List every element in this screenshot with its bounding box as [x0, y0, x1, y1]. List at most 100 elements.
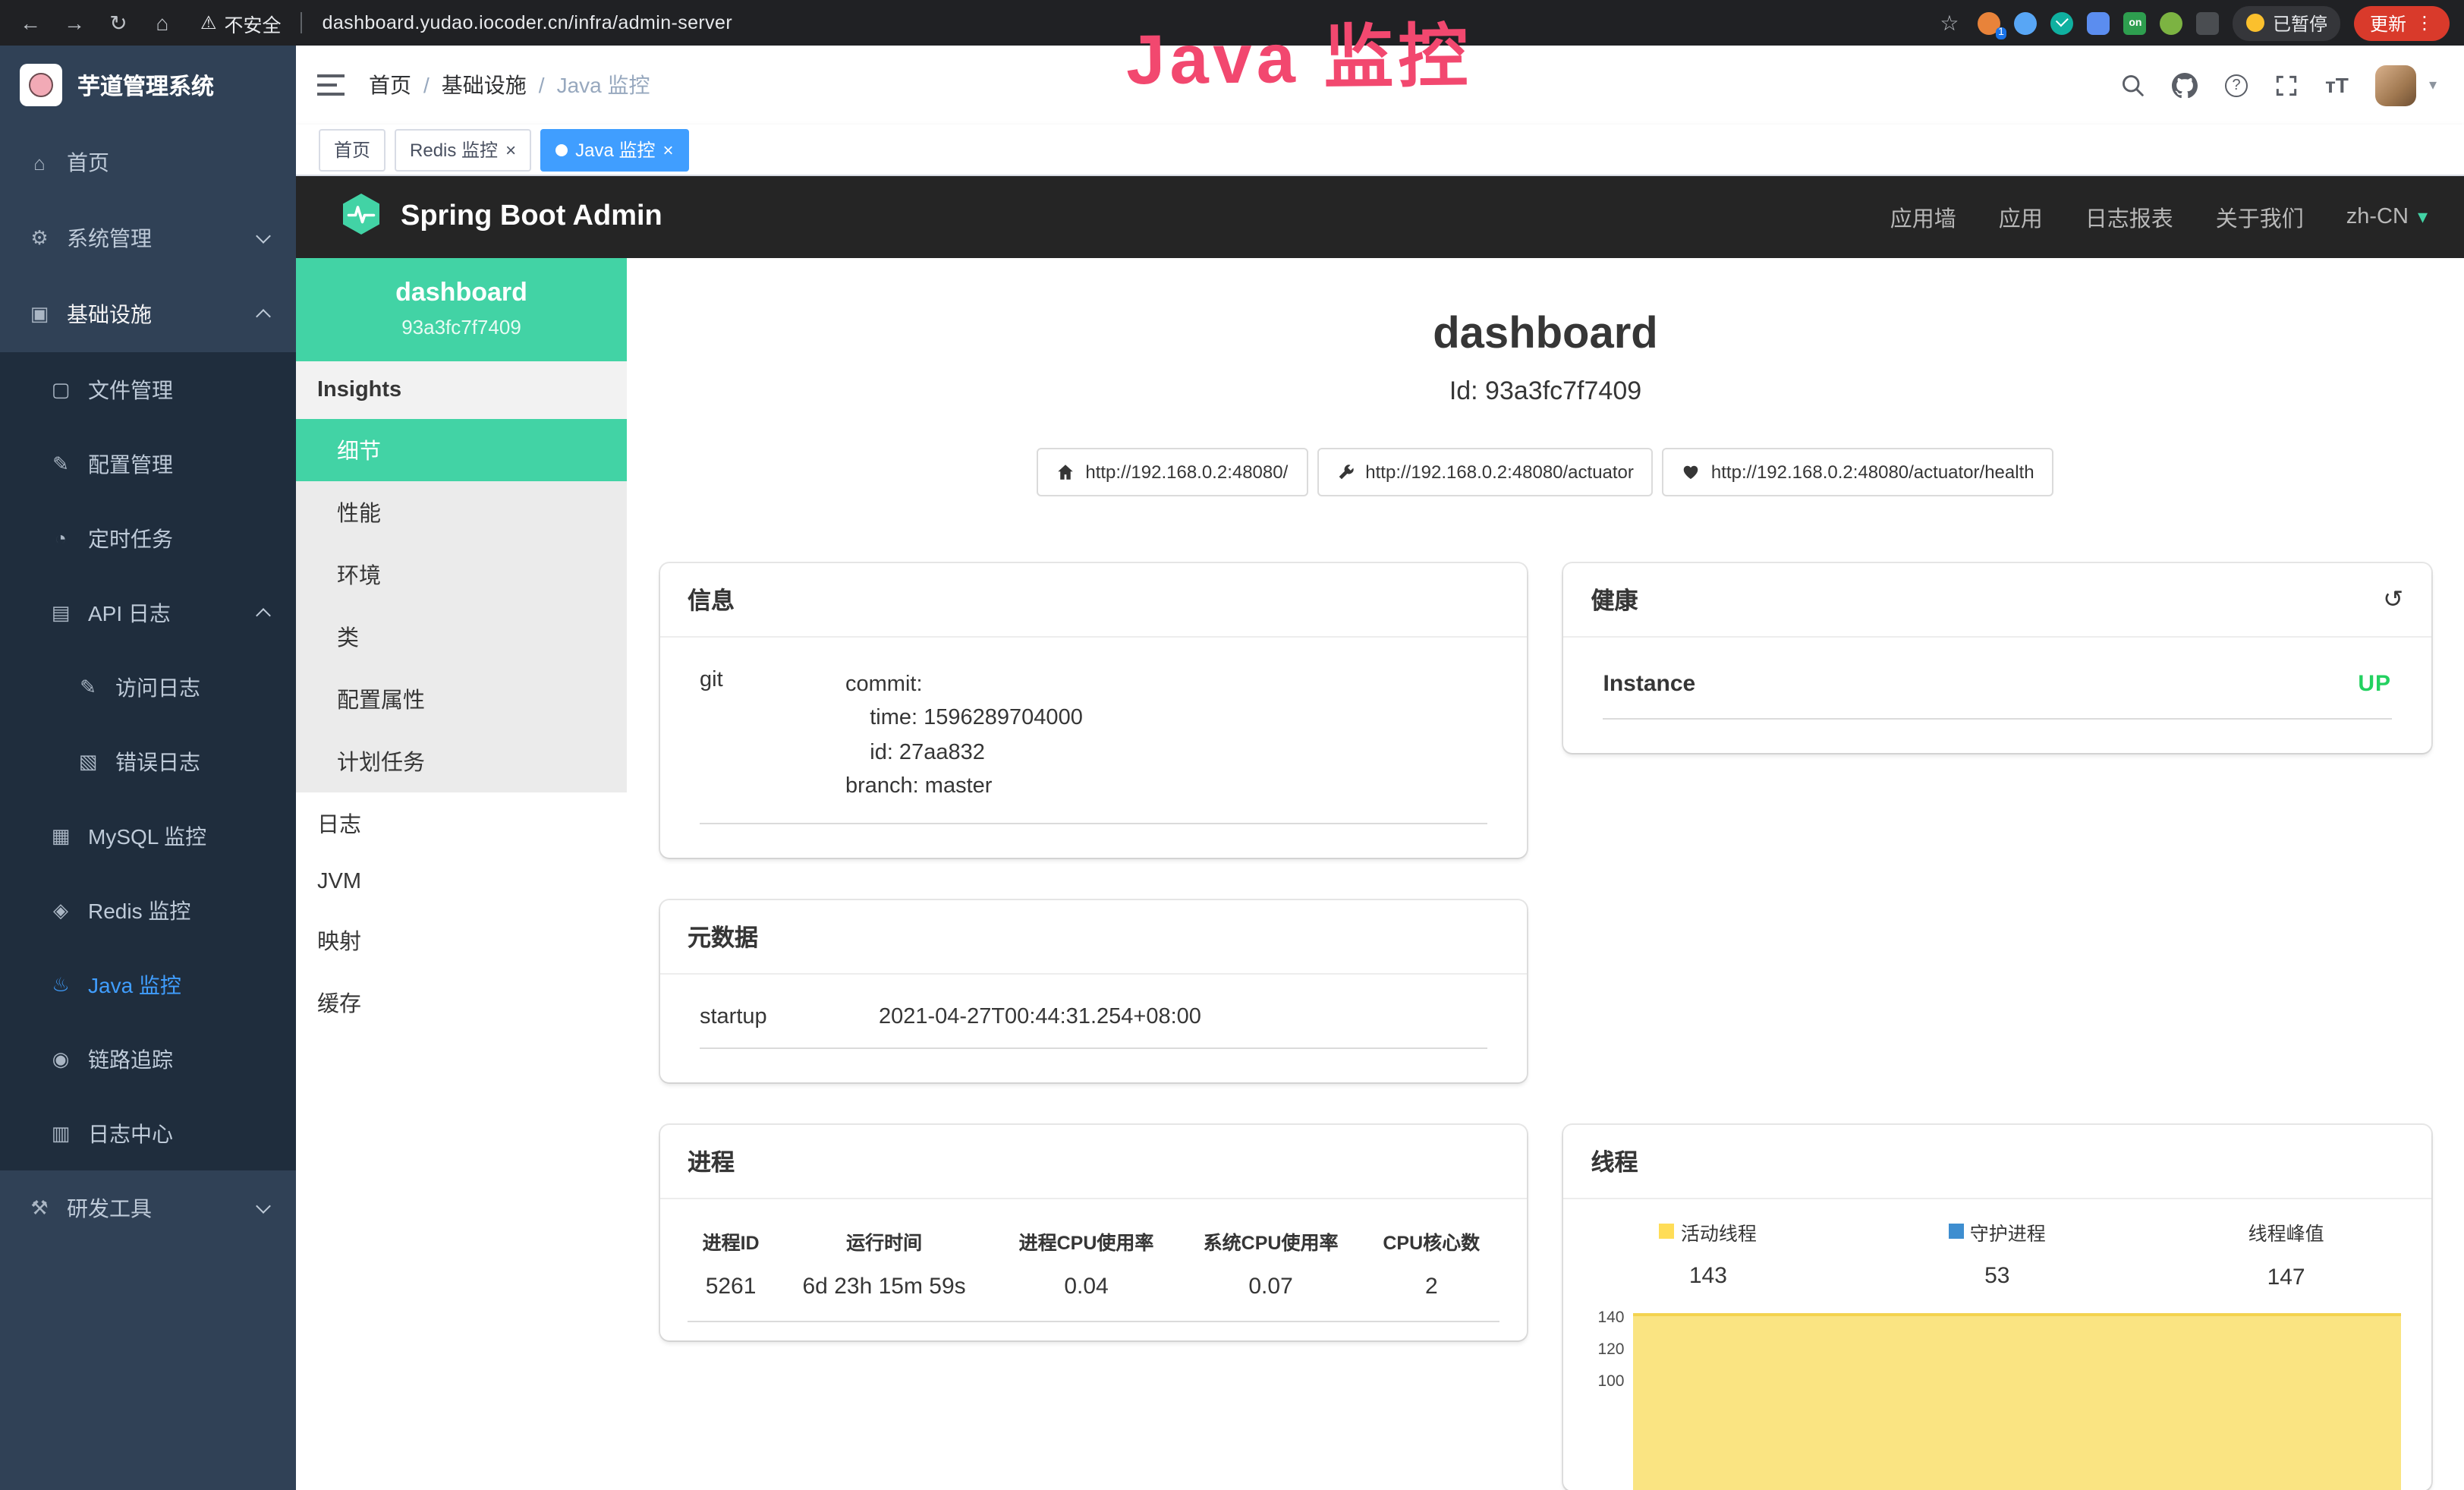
- sidebar-item-scheduled-jobs[interactable]: ◔ 定时任务: [0, 501, 296, 575]
- home-icon: [1056, 463, 1075, 481]
- tab-java-monitor[interactable]: Java 监控 ×: [540, 128, 688, 171]
- history-icon[interactable]: ↺: [2383, 584, 2403, 615]
- process-card-title: 进程: [688, 1145, 735, 1178]
- sidebar-item-log-center[interactable]: ▥ 日志中心: [0, 1096, 296, 1170]
- sba-item-jvm[interactable]: JVM: [296, 855, 627, 909]
- fullscreen-icon[interactable]: [2275, 74, 2298, 96]
- sidebar-item-system-mgmt[interactable]: ⚙ 系统管理: [0, 200, 296, 276]
- browser-home-icon[interactable]: ⌂: [147, 11, 178, 35]
- sba-item-config-props[interactable]: 配置属性: [296, 668, 627, 730]
- sba-locale-select[interactable]: zh-CN ▾: [2346, 205, 2428, 229]
- gear-icon: ⚙: [27, 226, 52, 250]
- sba-item-scheduled-tasks[interactable]: 计划任务: [296, 730, 627, 792]
- metadata-card-title: 元数据: [688, 920, 758, 953]
- security-indicator[interactable]: ⚠ 不安全: [200, 8, 282, 37]
- extension-icon-2[interactable]: [2015, 11, 2038, 34]
- sidebar-item-label: 定时任务: [88, 523, 173, 553]
- github-icon[interactable]: [2172, 72, 2198, 98]
- sba-nav-wall[interactable]: 应用墙: [1890, 201, 1956, 233]
- extension-icon-4[interactable]: [2088, 11, 2110, 34]
- avatar[interactable]: [2376, 65, 2417, 106]
- instance-link-label: http://192.168.0.2:48080/: [1085, 461, 1288, 483]
- info-card: 信息 git commit: time: 1596289704000 id: 2…: [660, 563, 1528, 858]
- search-icon[interactable]: [2120, 73, 2145, 97]
- close-icon[interactable]: ×: [662, 140, 673, 159]
- sba-nav-about[interactable]: 关于我们: [2216, 201, 2304, 233]
- sidebar-item-config-mgmt[interactable]: ✎ 配置管理: [0, 427, 296, 501]
- health-row-instance: Instance UP: [1603, 644, 2392, 720]
- sba-nav-journal[interactable]: 日志报表: [2085, 201, 2173, 233]
- help-icon[interactable]: ?: [2225, 74, 2248, 96]
- instance-link-root[interactable]: http://192.168.0.2:48080/: [1037, 448, 1308, 496]
- info-row-git: git commit: time: 1596289704000 id: 27aa…: [700, 644, 1488, 824]
- sba-item-caches[interactable]: 缓存: [296, 972, 627, 1034]
- status-badge: UP: [2358, 671, 2391, 697]
- chevron-down-icon: [256, 1199, 271, 1214]
- eye-icon: ◉: [49, 1047, 73, 1071]
- tools-icon: ⚒: [27, 1196, 52, 1221]
- extension-icon-5[interactable]: on: [2124, 11, 2147, 34]
- chevron-down-icon[interactable]: ▾: [2429, 77, 2437, 93]
- instance-link-health[interactable]: http://192.168.0.2:48080/actuator/health: [1663, 448, 2054, 496]
- database-icon: ▦: [49, 824, 73, 848]
- bookmark-star-icon[interactable]: ☆: [1934, 10, 1965, 36]
- breadcrumb-infrastructure[interactable]: 基础设施: [442, 70, 527, 100]
- forward-icon[interactable]: →: [59, 11, 90, 35]
- sidebar-item-home[interactable]: ⌂ 首页: [0, 124, 296, 200]
- clock-icon: ◔: [49, 527, 73, 550]
- text-size-icon[interactable]: тT: [2325, 73, 2349, 97]
- extension-icon-6[interactable]: [2160, 11, 2183, 34]
- sba-item-environment[interactable]: 环境: [296, 543, 627, 606]
- update-button[interactable]: 更新 ⋮: [2355, 5, 2449, 40]
- sba-item-performance[interactable]: 性能: [296, 481, 627, 543]
- sidebar-item-error-log[interactable]: ▧ 错误日志: [0, 724, 296, 799]
- sidebar-item-java-monitor[interactable]: ♨ Java 监控: [0, 947, 296, 1022]
- kebab-menu-icon[interactable]: ⋮: [2415, 12, 2434, 33]
- legend-value: 143: [1564, 1264, 1853, 1290]
- metadata-card: 元数据 startup 2021-04-27T00:44:31.254+08:0…: [660, 900, 1528, 1082]
- tab-redis-monitor[interactable]: Redis 监控 ×: [395, 128, 531, 171]
- sba-item-details[interactable]: 细节: [296, 419, 627, 481]
- reload-icon[interactable]: ↻: [103, 10, 134, 36]
- close-icon[interactable]: ×: [505, 140, 516, 159]
- redis-icon: ◈: [49, 898, 73, 922]
- info-key: git: [700, 668, 845, 805]
- sba-content: dashboard Id: 93a3fc7f7409 http://192.16…: [627, 258, 2464, 1490]
- sba-brand[interactable]: Spring Boot Admin: [338, 191, 662, 244]
- tab-home[interactable]: 首页: [319, 128, 385, 171]
- sidebar-item-access-log[interactable]: ✎ 访问日志: [0, 650, 296, 724]
- back-icon[interactable]: ←: [15, 11, 46, 35]
- extension-icon-1[interactable]: 1: [1978, 11, 2001, 34]
- sidebar-item-label: MySQL 监控: [88, 821, 206, 851]
- page-id: Id: 93a3fc7f7409: [660, 376, 2431, 407]
- sidebar-item-file-mgmt[interactable]: ▢ 文件管理: [0, 352, 296, 427]
- legend-yellow-swatch: [1660, 1224, 1675, 1240]
- hamburger-icon[interactable]: [317, 74, 345, 96]
- sidebar-item-mysql-monitor[interactable]: ▦ MySQL 监控: [0, 799, 296, 873]
- breadcrumb-separator: /: [423, 73, 430, 97]
- sba-item-logs[interactable]: 日志: [296, 792, 627, 855]
- process-card: 进程 进程ID 运行时间 进程CPU使用率 系统: [660, 1125, 1528, 1340]
- paused-badge[interactable]: 已暂停: [2233, 5, 2341, 40]
- info-card-title: 信息: [688, 583, 735, 616]
- sidebar-item-tracing[interactable]: ◉ 链路追踪: [0, 1022, 296, 1096]
- sidebar-item-api-logs[interactable]: ▤ API 日志: [0, 575, 296, 650]
- app-logo[interactable]: 芋道管理系统: [0, 46, 296, 124]
- sidebar-item-infrastructure[interactable]: ▣ 基础设施: [0, 276, 296, 352]
- sidebar-item-label: 访问日志: [115, 672, 200, 702]
- instance-link-actuator[interactable]: http://192.168.0.2:48080/actuator: [1317, 448, 1654, 496]
- legend-peak-threads: 线程峰值 147: [2141, 1218, 2431, 1290]
- sidebar-item-dev-tools[interactable]: ⚒ 研发工具: [0, 1170, 296, 1246]
- sba-nav-applications[interactable]: 应用: [1999, 201, 2043, 233]
- process-cell: 6d 23h 15m 59s: [774, 1262, 994, 1321]
- sba-item-mappings[interactable]: 映射: [296, 909, 627, 972]
- url-text[interactable]: dashboard.yudao.iocoder.cn/infra/admin-s…: [323, 12, 733, 33]
- process-cell: 5261: [688, 1262, 774, 1321]
- sba-item-classes[interactable]: 类: [296, 606, 627, 668]
- sidebar-item-redis-monitor[interactable]: ◈ Redis 监控: [0, 873, 296, 947]
- security-label: 不安全: [225, 8, 282, 37]
- extension-icon-7[interactable]: [2197, 11, 2220, 34]
- breadcrumb-home[interactable]: 首页: [369, 70, 411, 100]
- sba-instance-header[interactable]: dashboard 93a3fc7f7409: [296, 258, 627, 361]
- extension-icon-3[interactable]: [2051, 11, 2074, 34]
